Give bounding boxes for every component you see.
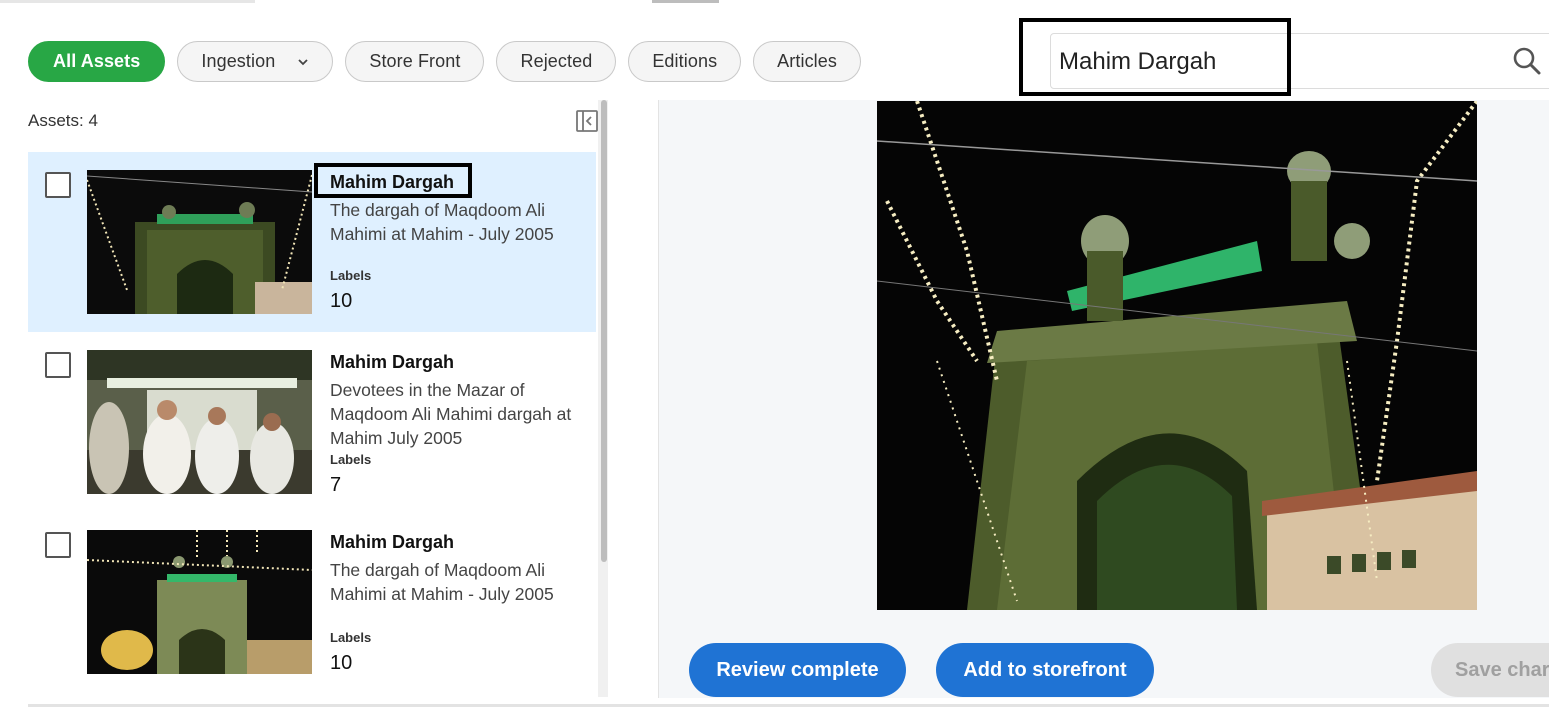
asset-list-item[interactable]: Mahim Dargah The dargah of Maqdoom Ali M… [28,152,596,332]
search-icon[interactable] [1511,45,1543,77]
chip-store-front[interactable]: Store Front [345,41,485,82]
add-to-storefront-button[interactable]: Add to storefront [936,643,1154,697]
top-divider-left [0,0,255,3]
chip-all-assets[interactable]: All Assets [28,41,166,82]
asset-labels-key: Labels [330,452,372,467]
asset-thumbnail[interactable] [87,350,312,494]
chip-ingestion-label: Ingestion [201,51,276,71]
asset-title: Mahim Dargah [330,352,455,372]
asset-title: Mahim Dargah [330,532,455,552]
filter-chip-bar: All Assets Ingestion Store Front Rejecte… [28,41,861,82]
review-complete-button[interactable]: Review complete [689,643,906,697]
asset-checkbox[interactable] [45,532,71,558]
asset-labels-key: Labels [330,630,372,645]
asset-list-item[interactable]: Mahim Dargah Devotees in the Mazar of Ma… [28,332,596,512]
chevron-down-icon [298,58,308,65]
search-box [1050,33,1549,89]
top-divider-center [652,0,719,3]
asset-preview-image [877,101,1477,610]
chip-editions[interactable]: Editions [628,41,742,82]
asset-checkbox[interactable] [45,172,71,198]
chip-ingestion[interactable]: Ingestion [177,41,334,82]
asset-list: Mahim Dargah The dargah of Maqdoom Ali M… [28,152,596,697]
asset-description: The dargah of Maqdoom Ali Mahimi at Mahi… [330,560,554,604]
asset-list-item[interactable]: Mahim Dargah The dargah of Maqdoom Ali M… [28,512,596,692]
asset-description: Devotees in the Mazar of Maqdoom Ali Mah… [330,380,572,448]
asset-description: The dargah of Maqdoom Ali Mahimi at Mahi… [330,200,554,244]
chip-rejected[interactable]: Rejected [496,41,617,82]
bottom-divider [28,704,1549,707]
save-changes-button[interactable]: Save char [1431,643,1549,697]
asset-thumbnail[interactable] [87,170,312,314]
asset-checkbox[interactable] [45,352,71,378]
asset-thumbnail[interactable] [87,530,312,674]
asset-labels-value: 7 [330,474,342,496]
search-input[interactable] [1059,44,1479,80]
asset-labels-value: 10 [330,652,353,674]
collapse-panel-icon[interactable] [575,109,599,133]
asset-labels-value: 10 [330,290,353,312]
asset-labels-key: Labels [330,268,372,283]
list-scrollbar-thumb[interactable] [601,100,607,562]
assets-count: Assets: 4 [28,111,98,130]
asset-title: Mahim Dargah [330,172,455,192]
chip-articles[interactable]: Articles [753,41,861,82]
